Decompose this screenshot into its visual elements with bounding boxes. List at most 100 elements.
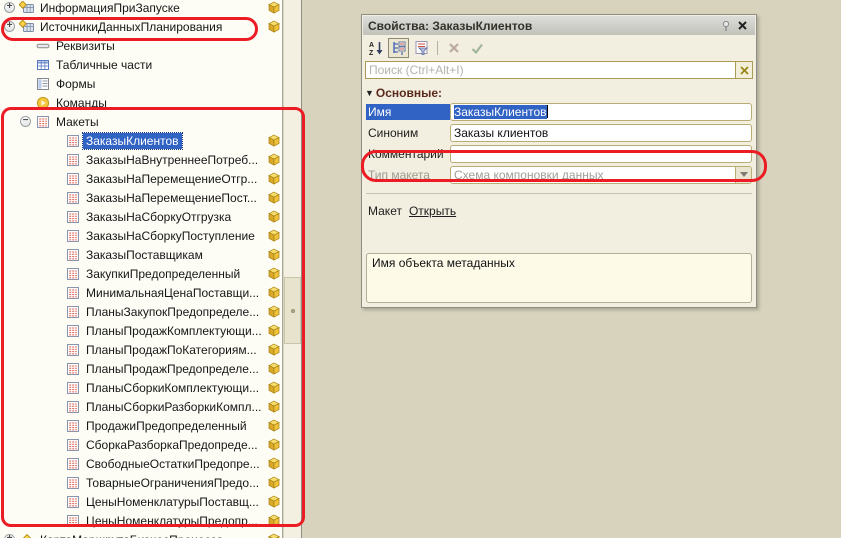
form-icon-slot [35, 77, 50, 91]
tree-item-label[interactable]: СборкаРазборкаПредопреде... [83, 437, 261, 453]
close-icon[interactable] [734, 18, 750, 34]
section-basic[interactable]: ▼ Основные: [365, 86, 753, 100]
tree-item[interactable]: ЗаказыНаСборкуОтгрузка [0, 207, 282, 226]
object-cube-icon [268, 514, 280, 527]
tree-item[interactable]: Табличные части [0, 55, 282, 74]
tree-item-label[interactable]: ЗаказыНаСборкуПоступление [83, 228, 258, 244]
synonym-field[interactable]: Заказы клиентов [450, 124, 752, 142]
tree-item[interactable]: − Макеты [0, 112, 282, 131]
tree-item[interactable]: ЗакупкиПредопределенный [0, 264, 282, 283]
tree-item[interactable]: ПланыПродажПоКатегориям... [0, 340, 282, 359]
tree-item-label[interactable]: Табличные части [53, 57, 155, 73]
object-cube-icon [268, 457, 280, 470]
expand-icon[interactable]: + [4, 21, 15, 32]
tree-item-label[interactable]: ПланыСборкиКомплектующи... [83, 380, 262, 396]
tree-item-label[interactable]: МинимальнаяЦенаПоставщи... [83, 285, 262, 301]
tree-item[interactable]: ПланыСборкиРазборкиКомпл... [0, 397, 282, 416]
tree-item[interactable]: СборкаРазборкаПредопреде... [0, 435, 282, 454]
tree-item-label[interactable]: ПланыСборкиРазборкиКомпл... [83, 399, 265, 415]
tree-item-label[interactable]: ЗаказыНаПеремещениеОтгр... [83, 171, 260, 187]
tree-item[interactable]: Команды [0, 93, 282, 112]
tree-item[interactable]: ЦеныНоменклатурыПредопр... [0, 511, 282, 530]
object-cube-icon [268, 1, 280, 14]
apply-icon[interactable] [466, 38, 487, 58]
tree-item[interactable]: ПланыЗакупокПредопределе... [0, 302, 282, 321]
expand-icon[interactable]: + [4, 534, 15, 538]
tree-item-label[interactable]: ЗаказыНаВнутреннееПотреб... [83, 152, 261, 168]
discard-icon[interactable] [443, 38, 464, 58]
tree-item-label[interactable]: ЗакупкиПредопределенный [83, 266, 243, 282]
tree-item[interactable]: Формы [0, 74, 282, 93]
name-field[interactable]: ЗаказыКлиентов [450, 103, 752, 121]
tree-item[interactable]: ПланыПродажПредопределе... [0, 359, 282, 378]
group-by-category-icon[interactable] [388, 38, 409, 58]
object-cube-badge [268, 324, 280, 337]
layout-icon [66, 229, 80, 243]
tree-item-label[interactable]: ЦеныНоменклатурыПоставщ... [83, 494, 262, 510]
tree-item[interactable]: СвободныеОстаткиПредопре... [0, 454, 282, 473]
tree-item[interactable]: + ИнформацияПриЗапуске [0, 0, 282, 17]
tree-item-label[interactable]: СвободныеОстаткиПредопре... [83, 456, 263, 472]
layout-label: Макет [368, 204, 402, 218]
tree-item[interactable]: Реквизиты [0, 36, 282, 55]
layout-type-dropdown[interactable]: Схема компоновки данных [450, 166, 752, 184]
comment-field[interactable] [450, 145, 752, 163]
diamond-icon-slot [19, 533, 34, 538]
layout-icon [66, 419, 80, 433]
layout-icon-slot [65, 324, 80, 338]
show-important-icon[interactable] [411, 38, 432, 58]
tree-item[interactable]: МинимальнаяЦенаПоставщи... [0, 283, 282, 302]
tree-item-label[interactable]: ИсточникиДанныхПланирования [37, 19, 225, 35]
form-icon [36, 77, 50, 91]
search-input[interactable] [366, 62, 735, 78]
pin-icon[interactable] [718, 18, 734, 34]
tree-item-label[interactable]: ПланыПродажПредопределе... [83, 361, 262, 377]
tree-item-label[interactable]: ЗаказыНаСборкуОтгрузка [83, 209, 234, 225]
tree-item[interactable]: + КартаМаршрутаБизнесПроцесса [0, 530, 282, 538]
tree-item[interactable]: + ИсточникиДанныхПланирования [0, 17, 282, 36]
tree-item[interactable]: ПланыПродажКомплектующи... [0, 321, 282, 340]
tree-item-label[interactable]: ЗаказыНаПеремещениеПост... [83, 190, 260, 206]
tree-item[interactable]: ЗаказыНаПеремещениеОтгр... [0, 169, 282, 188]
sort-alphabetical-icon[interactable]: A Z [365, 38, 386, 58]
tree-item-label[interactable]: ИнформацияПриЗапуске [37, 0, 183, 16]
object-cube-badge [268, 20, 280, 33]
attribute-icon [36, 39, 50, 53]
layout-open-link[interactable]: Открыть [409, 204, 456, 218]
tree-item[interactable]: ЦеныНоменклатурыПоставщ... [0, 492, 282, 511]
tree-item[interactable]: ЗаказыНаСборкуПоступление [0, 226, 282, 245]
tree-item-label[interactable]: ПродажиПредопределенный [83, 418, 250, 434]
tree-item-label[interactable]: ТоварныеОграниченияПредо... [83, 475, 262, 491]
search-clear-icon[interactable] [735, 62, 752, 78]
tree-item-label[interactable]: ЗаказыПоставщикам [83, 247, 206, 263]
expander-spacer [50, 192, 61, 203]
tree-item-label[interactable]: ЗаказыКлиентов [83, 133, 182, 149]
tree-item[interactable]: ПродажиПредопределенный [0, 416, 282, 435]
tree-item[interactable]: ЗаказыНаПеремещениеПост... [0, 188, 282, 207]
tree-item[interactable]: ЗаказыНаВнутреннееПотреб... [0, 150, 282, 169]
collapse-icon[interactable]: − [20, 116, 31, 127]
property-hint: Имя объекта метаданных [366, 253, 752, 303]
expander-spacer [50, 230, 61, 241]
tree-item[interactable]: ТоварныеОграниченияПредо... [0, 473, 282, 492]
tree-item-label[interactable]: Команды [53, 95, 110, 111]
expander-spacer [20, 78, 31, 89]
expander-spacer [20, 97, 31, 108]
expander-spacer [50, 135, 61, 146]
tree-item-label[interactable]: КартаМаршрутаБизнесПроцесса [37, 532, 226, 538]
tree-item-label[interactable]: ПланыПродажКомплектующи... [83, 323, 265, 339]
splitter-handle[interactable] [284, 277, 301, 344]
layout-icon [66, 514, 80, 528]
tree-item-label[interactable]: Реквизиты [53, 38, 118, 54]
tree-item-label[interactable]: Макеты [53, 114, 102, 130]
tree-item[interactable]: ЗаказыКлиентов [0, 131, 282, 150]
tree-item-label[interactable]: Формы [53, 76, 98, 92]
chevron-down-icon[interactable] [735, 167, 751, 183]
expand-icon[interactable]: + [4, 2, 15, 13]
tree-item-label[interactable]: ПланыПродажПоКатегориям... [83, 342, 260, 358]
tree-item[interactable]: ПланыСборкиКомплектующи... [0, 378, 282, 397]
tree-item-label[interactable]: ПланыЗакупокПредопределе... [83, 304, 262, 320]
tree-item-label[interactable]: ЦеныНоменклатурыПредопр... [83, 513, 261, 529]
panel-splitter[interactable] [284, 0, 302, 538]
tree-item[interactable]: ЗаказыПоставщикам [0, 245, 282, 264]
